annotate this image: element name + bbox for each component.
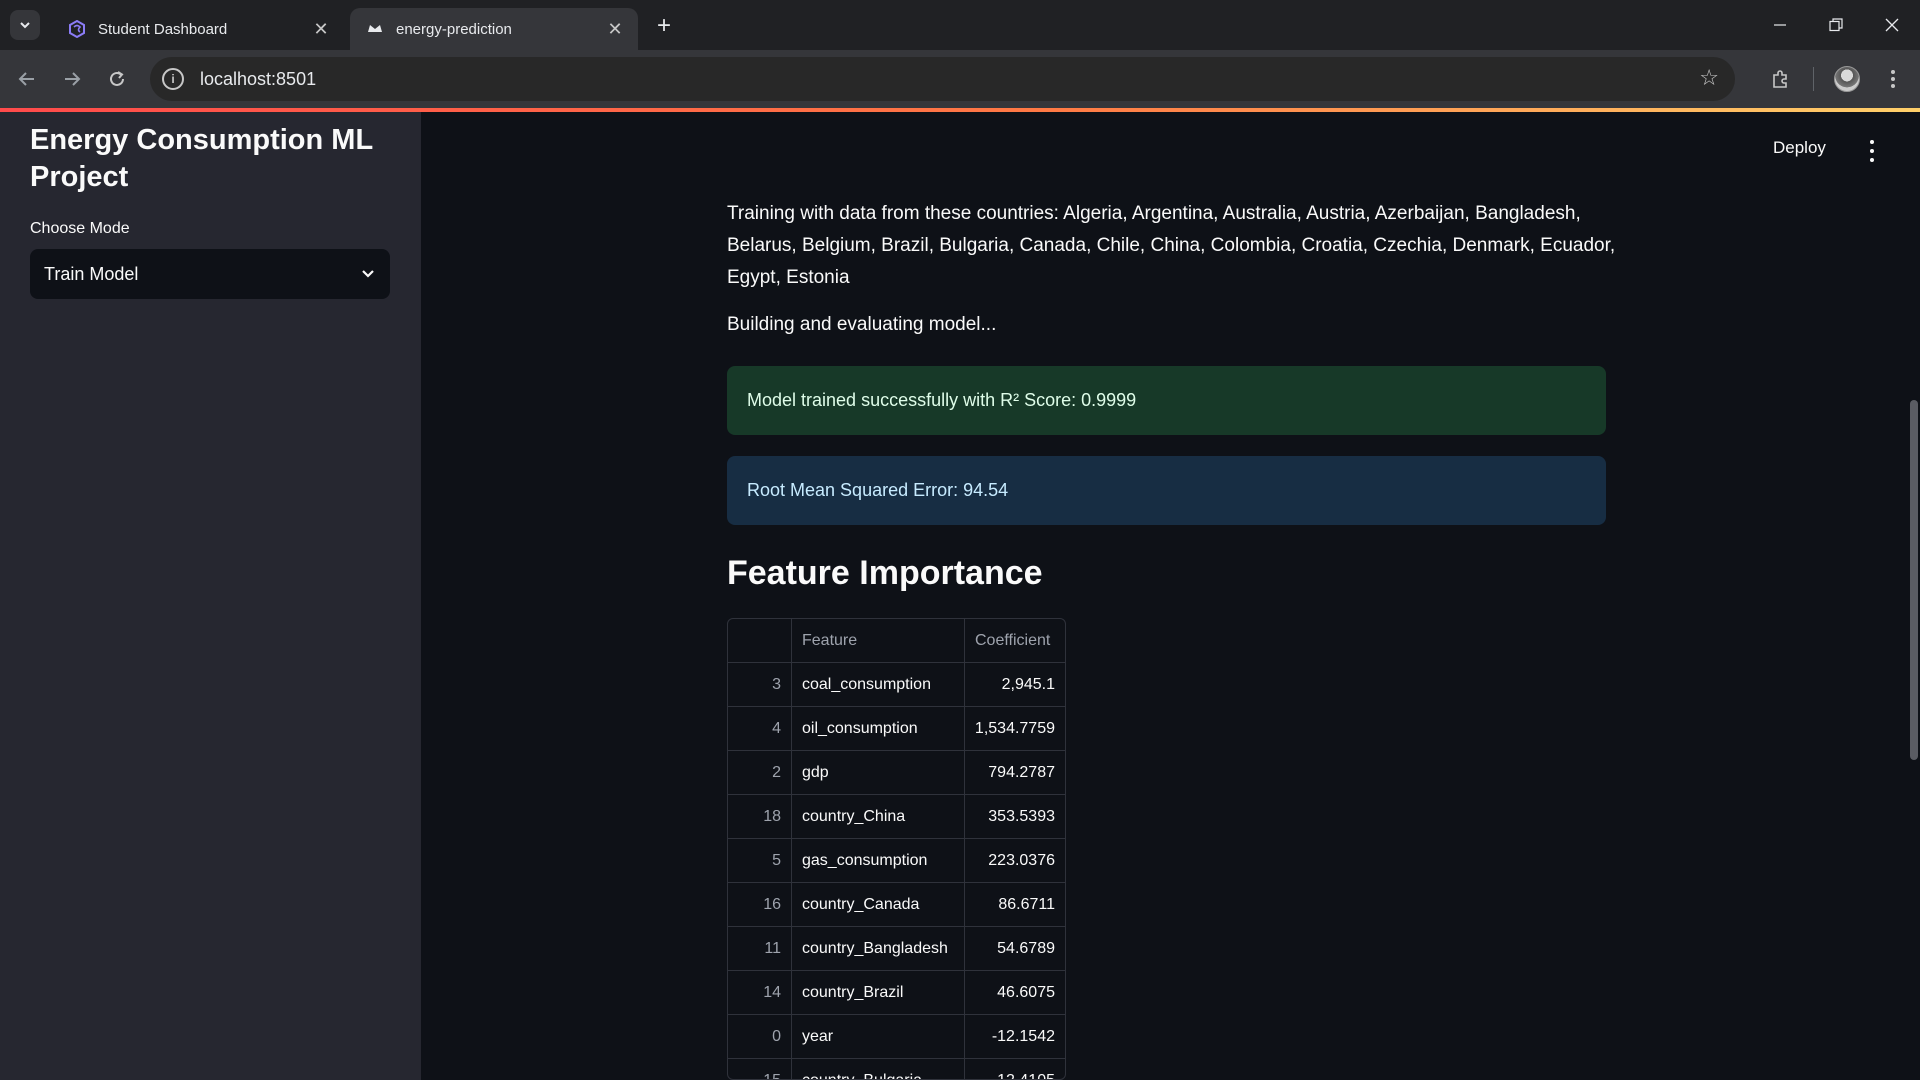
coefficient-cell: 54.6789 <box>997 939 1055 957</box>
kebab-menu-icon <box>1891 70 1895 88</box>
puzzle-icon <box>1773 70 1787 88</box>
row-index: 5 <box>728 839 792 882</box>
restore-button[interactable] <box>1808 0 1864 50</box>
coefficient-cell: 86.6711 <box>998 895 1055 913</box>
table-row[interactable]: 14 country_Brazil 46.6075 <box>728 971 1065 1015</box>
page-scrollbar[interactable] <box>1910 400 1918 760</box>
coefficient-header[interactable]: Coefficient <box>965 619 1065 662</box>
student-dashboard-favicon <box>68 20 86 38</box>
feature-cell: year <box>792 1015 965 1058</box>
close-tab-icon[interactable]: ✕ <box>310 18 332 40</box>
coefficient-cell: 46.6075 <box>997 983 1055 1001</box>
feature-cell: gdp <box>792 751 965 794</box>
arrow-right-icon <box>65 72 81 86</box>
row-index: 15 <box>728 1059 792 1079</box>
app-menu-button[interactable] <box>1866 140 1878 162</box>
info-alert: Root Mean Squared Error: 94.54 <box>727 456 1606 525</box>
new-tab-button[interactable]: + <box>650 12 678 40</box>
table-row[interactable]: 4 oil_consumption 1,534.7759 <box>728 707 1065 751</box>
extensions-button[interactable] <box>1764 62 1798 96</box>
tab-student-dashboard[interactable]: Student Dashboard ✕ <box>52 8 344 50</box>
table-row[interactable]: 3 coal_consumption 2,945.1 <box>728 663 1065 707</box>
close-window-button[interactable] <box>1864 0 1920 50</box>
table-row[interactable]: 15 country_Bulgaria -12.4105 <box>728 1059 1065 1080</box>
tab-energy-prediction[interactable]: energy-prediction ✕ <box>350 8 638 50</box>
feature-cell: gas_consumption <box>792 839 965 882</box>
tab-search-button[interactable] <box>10 10 40 40</box>
browser-toolbar: i localhost:8501 ☆ <box>0 50 1920 108</box>
minimize-button[interactable] <box>1752 0 1808 50</box>
coefficient-cell: 1,534.7759 <box>974 719 1055 737</box>
feature-importance-table[interactable]: Feature Coefficient 3 coal_consumption 2,9… <box>727 618 1066 1080</box>
chevron-down-icon <box>20 22 30 29</box>
feature-cell: country_Canada <box>792 883 965 926</box>
info-message: Root Mean Squared Error: 94.54 <box>747 480 1009 500</box>
feature-cell: country_Brazil <box>792 971 965 1014</box>
coefficient-cell: -12.1542 <box>991 1027 1055 1045</box>
row-index: 16 <box>728 883 792 926</box>
coefficient-cell: -12.4105 <box>991 1071 1055 1080</box>
table-row[interactable]: 18 country_China 353.5393 <box>728 795 1065 839</box>
feature-cell: country_China <box>792 795 965 838</box>
row-index: 11 <box>728 927 792 970</box>
index-header <box>728 619 792 662</box>
table-row[interactable]: 16 country_Canada 86.6711 <box>728 883 1065 927</box>
row-index: 3 <box>728 663 792 706</box>
url-text: localhost:8501 <box>200 68 317 89</box>
profile-button[interactable] <box>1830 62 1864 96</box>
row-index: 2 <box>728 751 792 794</box>
row-index: 0 <box>728 1015 792 1058</box>
table-row[interactable]: 5 gas_consumption 223.0376 <box>728 839 1065 883</box>
close-icon <box>1885 18 1899 32</box>
close-tab-icon[interactable]: ✕ <box>604 18 626 40</box>
row-index: 4 <box>728 707 792 750</box>
tab-title: energy-prediction <box>396 20 512 38</box>
mode-select-label: Choose Mode <box>30 220 130 237</box>
sidebar-title: Energy Consumption ML Project <box>30 124 373 193</box>
streamlit-crown-favicon <box>366 20 384 38</box>
reload-button[interactable] <box>100 62 134 96</box>
success-message: Model trained successfully with R² Score… <box>747 390 1137 410</box>
minimize-icon <box>1774 24 1786 26</box>
feature-cell: coal_consumption <box>792 663 965 706</box>
mode-select-value: Train Model <box>44 263 139 284</box>
avatar <box>1834 66 1860 92</box>
coefficient-cell: 223.0376 <box>988 851 1055 869</box>
table-header-row: Feature Coefficient <box>728 619 1065 663</box>
section-title: Feature Importance <box>727 554 1043 592</box>
countries-text: Training with data from these countries:… <box>727 203 1616 288</box>
row-index: 14 <box>728 971 792 1014</box>
restore-icon <box>1829 18 1843 32</box>
feature-cell: oil_consumption <box>792 707 965 750</box>
coefficient-cell: 353.5393 <box>988 807 1055 825</box>
mode-select[interactable]: Train Model <box>30 249 390 299</box>
reload-icon <box>110 71 124 86</box>
site-info-icon[interactable]: i <box>162 68 184 90</box>
table-row[interactable]: 11 country_Bangladesh 54.6789 <box>728 927 1065 971</box>
browser-menu-button[interactable] <box>1878 62 1908 96</box>
browser-tab-strip: Student Dashboard ✕ energy-prediction ✕ … <box>0 0 1920 50</box>
row-index: 18 <box>728 795 792 838</box>
forward-button[interactable] <box>55 62 89 96</box>
toolbar-divider <box>1813 67 1814 91</box>
success-alert: Model trained successfully with R² Score… <box>727 366 1606 435</box>
deploy-button[interactable]: Deploy <box>1773 138 1826 158</box>
status-text: Building and evaluating model... <box>727 314 997 335</box>
tab-title: Student Dashboard <box>98 20 228 38</box>
arrow-left-icon <box>18 72 34 86</box>
coefficient-cell: 794.2787 <box>988 763 1055 781</box>
feature-cell: country_Bulgaria <box>792 1059 965 1079</box>
feature-header[interactable]: Feature <box>792 619 965 662</box>
back-button[interactable] <box>10 62 44 96</box>
table-row[interactable]: 0 year -12.1542 <box>728 1015 1065 1059</box>
table-row[interactable]: 2 gdp 794.2787 <box>728 751 1065 795</box>
coefficient-cell: 2,945.1 <box>1001 675 1055 693</box>
feature-cell: country_Bangladesh <box>792 927 965 970</box>
chevron-down-icon <box>362 270 374 278</box>
address-bar[interactable]: i localhost:8501 ☆ <box>150 57 1735 101</box>
bookmark-star-icon[interactable]: ☆ <box>1699 67 1719 89</box>
